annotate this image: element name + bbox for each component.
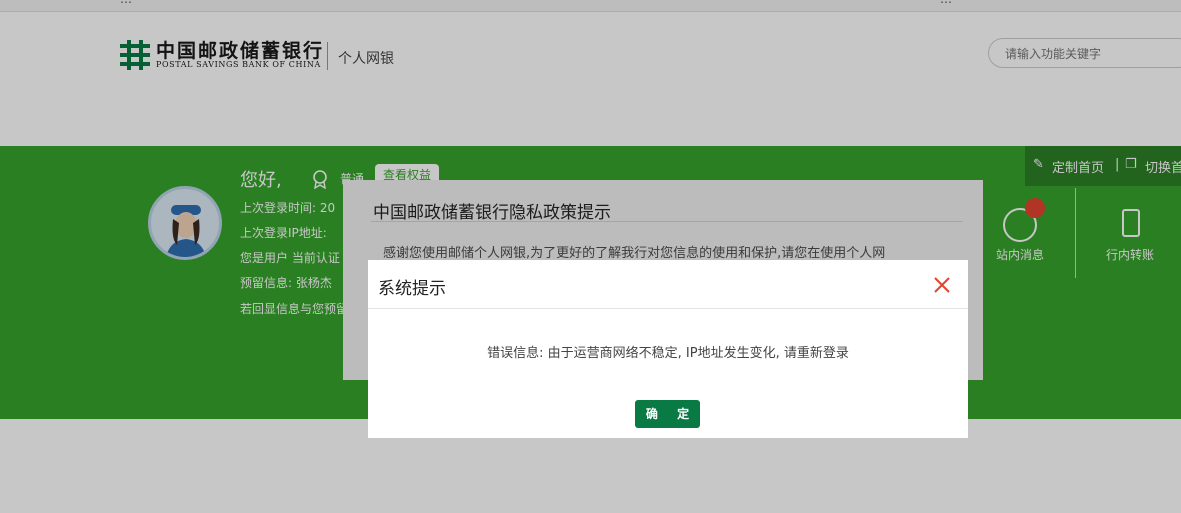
system-dialog-title: 系统提示 — [378, 279, 446, 299]
system-dialog-header: 系统提示 — [368, 260, 968, 309]
confirm-button[interactable]: 确 定 — [635, 400, 700, 428]
close-icon[interactable] — [931, 274, 953, 296]
system-prompt-dialog: 系统提示 错误信息: 由于运营商网络不稳定, IP地址发生变化, 请重新登录 确… — [368, 260, 968, 438]
error-message: 错误信息: 由于运营商网络不稳定, IP地址发生变化, 请重新登录 — [487, 346, 849, 361]
